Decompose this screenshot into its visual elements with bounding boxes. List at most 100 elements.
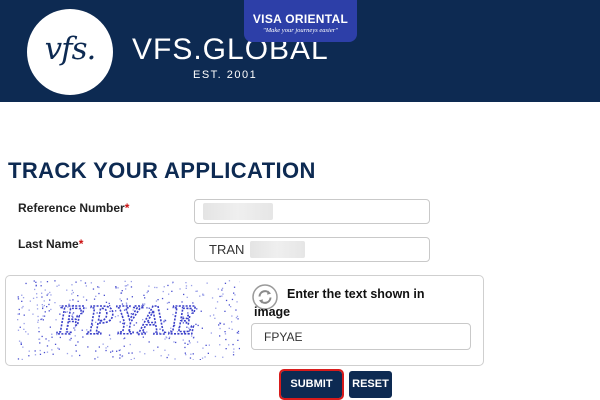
- captcha-noise-dot: [228, 304, 230, 306]
- captcha-noise-dot: [233, 348, 235, 350]
- captcha-noise-dot: [190, 353, 192, 355]
- captcha-noise-dot: [238, 347, 240, 350]
- captcha-noise-dot: [40, 281, 42, 283]
- captcha-noise-dot: [79, 354, 81, 357]
- captcha-noise-dot: [110, 351, 112, 353]
- captcha-noise-dot: [105, 349, 107, 352]
- captcha-noise-dot: [35, 281, 37, 283]
- last-name-input[interactable]: [194, 237, 430, 262]
- captcha-noise-dot: [164, 349, 166, 351]
- captcha-noise-dot: [17, 313, 19, 315]
- captcha-noise-dot: [128, 352, 130, 354]
- captcha-noise-dot: [19, 326, 21, 328]
- captcha-noise-dot: [184, 352, 186, 354]
- captcha-noise-dot: [130, 280, 132, 283]
- reset-button[interactable]: RESET: [349, 371, 392, 398]
- track-application-page: vfs. VFS.GLOBAL EST. 2001 VISA ORIENTAL …: [0, 0, 600, 400]
- captcha-noise-dot: [75, 350, 77, 352]
- captcha-noise-dot: [131, 352, 133, 354]
- captcha-noise-dot: [51, 336, 53, 338]
- captcha-noise-dot: [37, 321, 39, 323]
- captcha-noise-dot: [236, 332, 238, 334]
- captcha-noise-dot: [125, 285, 128, 287]
- captcha-input[interactable]: [251, 323, 471, 350]
- reference-number-label-text: Reference Number: [18, 201, 125, 215]
- captcha-noise-dot: [216, 301, 219, 303]
- captcha-noise-dot: [115, 286, 117, 288]
- captcha-noise-dot: [51, 333, 53, 335]
- captcha-noise-dot: [224, 333, 227, 335]
- captcha-noise-dot: [75, 344, 77, 346]
- captcha-noise-dot: [231, 328, 233, 330]
- captcha-noise-dot: [37, 315, 39, 318]
- vfs-logo-mark: vfs.: [44, 31, 97, 67]
- vfs-logo[interactable]: vfs.: [27, 9, 113, 95]
- captcha-noise-dot: [18, 308, 20, 311]
- captcha-noise-dot: [52, 353, 54, 355]
- captcha-noise-dot: [46, 281, 49, 283]
- captcha-noise-dot: [28, 309, 30, 311]
- captcha-noise-dot: [228, 327, 230, 329]
- captcha-noise-dot: [35, 284, 37, 286]
- reference-number-label: Reference Number*: [18, 201, 129, 215]
- captcha-noise-dot: [185, 282, 187, 284]
- captcha-noise-dot: [234, 294, 236, 296]
- captcha-noise-dot: [130, 286, 133, 288]
- captcha-noise-dot: [232, 343, 234, 346]
- captcha-noise-dot: [71, 284, 73, 286]
- captcha-noise-dot: [77, 295, 79, 297]
- captcha-noise-dot: [90, 282, 92, 284]
- captcha-noise-dot: [25, 331, 27, 333]
- captcha-noise-dot: [66, 352, 69, 355]
- captcha-noise-dot: [219, 344, 221, 346]
- captcha-noise-dot: [85, 285, 87, 287]
- captcha-noise-dot: [171, 290, 173, 292]
- captcha-noise-dot: [43, 300, 45, 302]
- captcha-noise-dot: [21, 307, 23, 309]
- submit-button[interactable]: SUBMIT: [279, 369, 344, 400]
- captcha-text: FPYAE: [56, 298, 199, 344]
- captcha-noise-dot: [23, 314, 25, 316]
- captcha-noise-dot: [232, 354, 235, 356]
- captcha-noise-dot: [42, 315, 44, 317]
- captcha-noise-dot: [237, 330, 240, 333]
- captcha-noise-dot: [36, 296, 38, 299]
- captcha-noise-dot: [204, 356, 206, 358]
- required-mark: *: [124, 201, 130, 215]
- captcha-noise-dot: [44, 311, 46, 313]
- captcha-noise-dot: [157, 346, 159, 348]
- captcha-noise-dot: [41, 292, 43, 294]
- captcha-noise-dot: [20, 341, 22, 344]
- captcha-noise-dot: [32, 297, 35, 299]
- captcha-noise-dot: [222, 356, 224, 358]
- captcha-noise-dot: [47, 293, 49, 295]
- captcha-noise-dot: [189, 357, 192, 359]
- captcha-noise-dot: [66, 289, 68, 291]
- captcha-noise-dot: [231, 298, 234, 301]
- captcha-noise-dot: [49, 291, 51, 294]
- captcha-noise-dot: [228, 280, 231, 282]
- captcha-noise-dot: [41, 335, 43, 338]
- captcha-noise-dot: [28, 355, 30, 357]
- captcha-noise-dot: [219, 335, 221, 337]
- captcha-noise-dot: [36, 293, 38, 295]
- captcha-noise-dot: [51, 349, 53, 351]
- captcha-noise-dot: [41, 304, 43, 306]
- captcha-noise-dot: [103, 294, 105, 296]
- captcha-noise-dot: [207, 352, 209, 354]
- captcha-noise-dot: [156, 286, 158, 289]
- redacted-last-name: [250, 241, 305, 258]
- captcha-noise-dot: [105, 347, 107, 349]
- captcha-noise-dot: [22, 305, 24, 308]
- captcha-noise-dot: [233, 286, 236, 288]
- captcha-noise-dot: [46, 351, 49, 353]
- captcha-noise-dot: [179, 288, 181, 290]
- captcha-noise-dot: [209, 315, 211, 317]
- captcha-noise-dot: [166, 356, 168, 359]
- captcha-noise-dot: [130, 359, 132, 360]
- captcha-noise-dot: [50, 308, 52, 311]
- captcha-noise-dot: [94, 358, 96, 360]
- captcha-noise-dot: [221, 295, 223, 297]
- captcha-noise-dot: [23, 322, 25, 325]
- captcha-noise-dot: [33, 280, 35, 282]
